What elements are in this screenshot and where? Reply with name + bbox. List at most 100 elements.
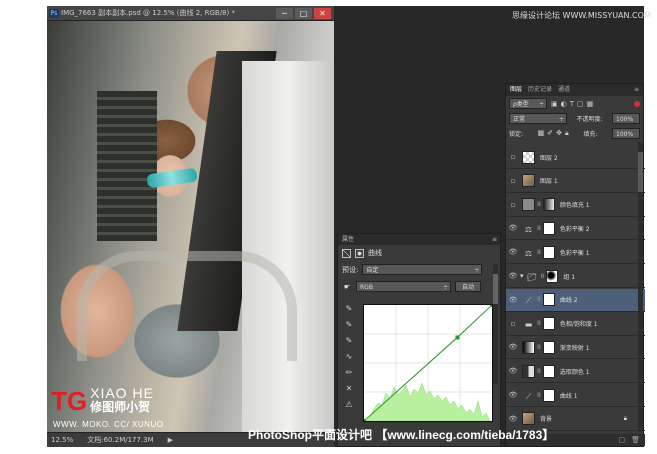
panel-menu-icon[interactable]: ≡ (492, 234, 497, 245)
layer-row[interactable]: 👁︎ 8 渐变映射 1 (506, 336, 645, 360)
preset-select[interactable]: 自定 ÷ (362, 264, 483, 275)
link-icon[interactable]: 8 (537, 296, 541, 303)
eye-icon[interactable]: 👁︎ (506, 415, 520, 423)
properties-scrollbar[interactable] (493, 264, 498, 384)
layer-row[interactable]: 👁︎ 8 选取颜色 1 (506, 360, 645, 384)
eye-icon[interactable]: 👁︎ (506, 272, 520, 280)
curve-point[interactable] (362, 419, 366, 423)
new-layer-icon[interactable]: ▢ (618, 434, 625, 446)
layer-row[interactable]: ▫ 图层 2 (506, 146, 645, 169)
lock-paint-icon[interactable]: ✐ (547, 129, 553, 138)
filter-pixel-icon[interactable]: ▣ (551, 100, 558, 108)
eye-icon[interactable]: 👁︎ (506, 248, 520, 256)
layer-row[interactable]: ▫ ▬ 8 色相/饱和度 1 (506, 313, 645, 336)
layers-scrollbar[interactable] (638, 142, 643, 432)
channel-select[interactable]: RGB ÷ (356, 281, 451, 292)
layer-row[interactable]: 👁︎ ⚖ 8 色彩平衡 1 (506, 241, 645, 265)
photo-groom-shirt (242, 61, 334, 432)
layer-name: 图层 1 (540, 178, 558, 186)
minimize-button[interactable]: ─ (276, 8, 293, 19)
layer-mask[interactable] (542, 245, 555, 259)
eye-icon[interactable]: 👁︎ (506, 296, 520, 304)
channel-row: ☛ RGB ÷ 自动 (338, 278, 500, 295)
lock-transparent-icon[interactable]: ▩ (538, 129, 545, 138)
link-icon[interactable]: 8 (537, 249, 541, 256)
eyedropper-gray-icon[interactable]: ✎ (346, 320, 353, 329)
layer-row[interactable]: ▫ 8 颜色填充 1 (506, 194, 645, 217)
close-button[interactable]: ✕ (314, 8, 331, 19)
layer-filter-row: ρ类型 ÷ ▣ ◐ T ▢ ▦ (506, 96, 643, 111)
curve-point[interactable] (490, 303, 494, 307)
filter-adjust-icon[interactable]: ◐ (561, 100, 567, 108)
properties-tab[interactable]: 属性 (342, 236, 354, 243)
visibility-box[interactable]: ▫ (506, 201, 520, 209)
layer-row[interactable]: 👁︎ ⟋ 8 曲线 2 (506, 288, 645, 312)
link-icon[interactable]: 8 (541, 273, 545, 280)
tab-history[interactable]: 历史记录 (528, 84, 552, 96)
delete-layer-icon[interactable]: 🗑︎ (631, 434, 640, 446)
mask-icon[interactable] (355, 248, 364, 258)
filter-shape-icon[interactable]: ▢ (577, 100, 584, 108)
eye-icon[interactable]: 👁︎ (506, 343, 520, 351)
auto-button[interactable]: 自动 (455, 281, 481, 292)
link-icon[interactable]: 8 (537, 392, 541, 399)
layer-mask[interactable] (542, 388, 555, 402)
layer-mask[interactable] (542, 364, 555, 378)
layer-mask[interactable] (542, 317, 555, 331)
eye-icon[interactable]: 👁︎ (506, 391, 520, 399)
layer-row[interactable]: 👁︎ ▾ 📁︎ 8 组 1 (506, 265, 645, 288)
curve-point[interactable] (455, 335, 460, 340)
visibility-box[interactable]: ▫ (506, 153, 520, 161)
maximize-button[interactable]: □ (295, 8, 312, 19)
curve-point-icon[interactable]: ∿ (346, 352, 353, 361)
layer-mask[interactable] (542, 221, 555, 235)
status-arrow-icon[interactable]: ▶ (168, 433, 173, 447)
layer-mask[interactable] (546, 269, 559, 283)
fill-input[interactable]: 100% (612, 128, 640, 139)
filter-toggle[interactable] (634, 100, 640, 107)
link-icon[interactable]: 8 (537, 225, 541, 232)
link-icon[interactable]: 8 (537, 320, 541, 327)
layer-mask[interactable] (542, 198, 555, 212)
chevron-down-icon: ÷ (474, 267, 480, 274)
eye-icon[interactable]: 👁︎ (506, 367, 520, 375)
eye-icon[interactable]: 👁︎ (506, 224, 520, 232)
warning-icon[interactable]: ⚠ (345, 400, 352, 409)
link-icon[interactable]: 8 (537, 368, 541, 375)
site-watermark: 思缘设计论坛 WWW.MISSYUAN.COM (512, 11, 651, 20)
opacity-input[interactable]: 100% (612, 113, 640, 124)
layer-row[interactable]: 👁︎ ⚖ 8 色彩平衡 2 (506, 217, 645, 241)
group-toggle-icon[interactable]: ▾ (520, 272, 524, 280)
smooth-icon[interactable]: ✕ (346, 384, 353, 393)
lock-all-icon[interactable]: 🔒︎ (565, 129, 569, 138)
blend-mode-select[interactable]: 正常 ÷ (509, 113, 567, 124)
canvas-photo[interactable]: TG XIAO HE 修图师小贺 WWW. MOKO. CC/ XUNUO (47, 21, 334, 432)
link-icon[interactable]: 8 (537, 201, 541, 208)
layer-row[interactable]: 👁︎ ⟋ 8 曲线 1 (506, 384, 645, 407)
preset-row: 预设: 自定 ÷ (338, 261, 500, 278)
hand-target-icon[interactable]: ☛ (342, 283, 352, 291)
filter-type-icon[interactable]: T (570, 100, 574, 108)
filter-smart-icon[interactable]: ▦ (587, 100, 594, 108)
visibility-box[interactable]: ▫ (506, 177, 520, 185)
layer-thumbnail: ▬ (524, 320, 533, 330)
lock-move-icon[interactable]: ✥ (556, 129, 562, 138)
document-title-bar[interactable]: Ps IMG_7663 副本副本.psd @ 12.5% (曲线 2, RGB/… (47, 6, 334, 21)
visibility-box[interactable]: ▫ (506, 320, 520, 328)
curve-graph[interactable] (362, 303, 494, 423)
layer-name: 曲线 1 (559, 392, 578, 400)
layer-mask[interactable] (542, 293, 555, 307)
layer-thumbnail (522, 412, 535, 426)
panel-menu-icon[interactable]: ≡ (634, 84, 639, 96)
pencil-icon[interactable]: ✏ (346, 368, 353, 377)
eyedropper-white-icon[interactable]: ✎ (346, 336, 353, 345)
layer-filter-select[interactable]: ρ类型 ÷ (509, 98, 547, 109)
link-icon[interactable]: 8 (537, 344, 541, 351)
layer-mask[interactable] (542, 340, 555, 354)
eyedropper-black-icon[interactable]: ✎ (346, 304, 353, 313)
tab-layers[interactable]: 图层 (510, 84, 522, 96)
zoom-level[interactable]: 12.5% (51, 433, 73, 447)
curve-svg[interactable] (362, 303, 494, 423)
layer-row[interactable]: ▫ 图层 1 (506, 170, 645, 193)
tab-channels[interactable]: 通道 (558, 84, 570, 96)
